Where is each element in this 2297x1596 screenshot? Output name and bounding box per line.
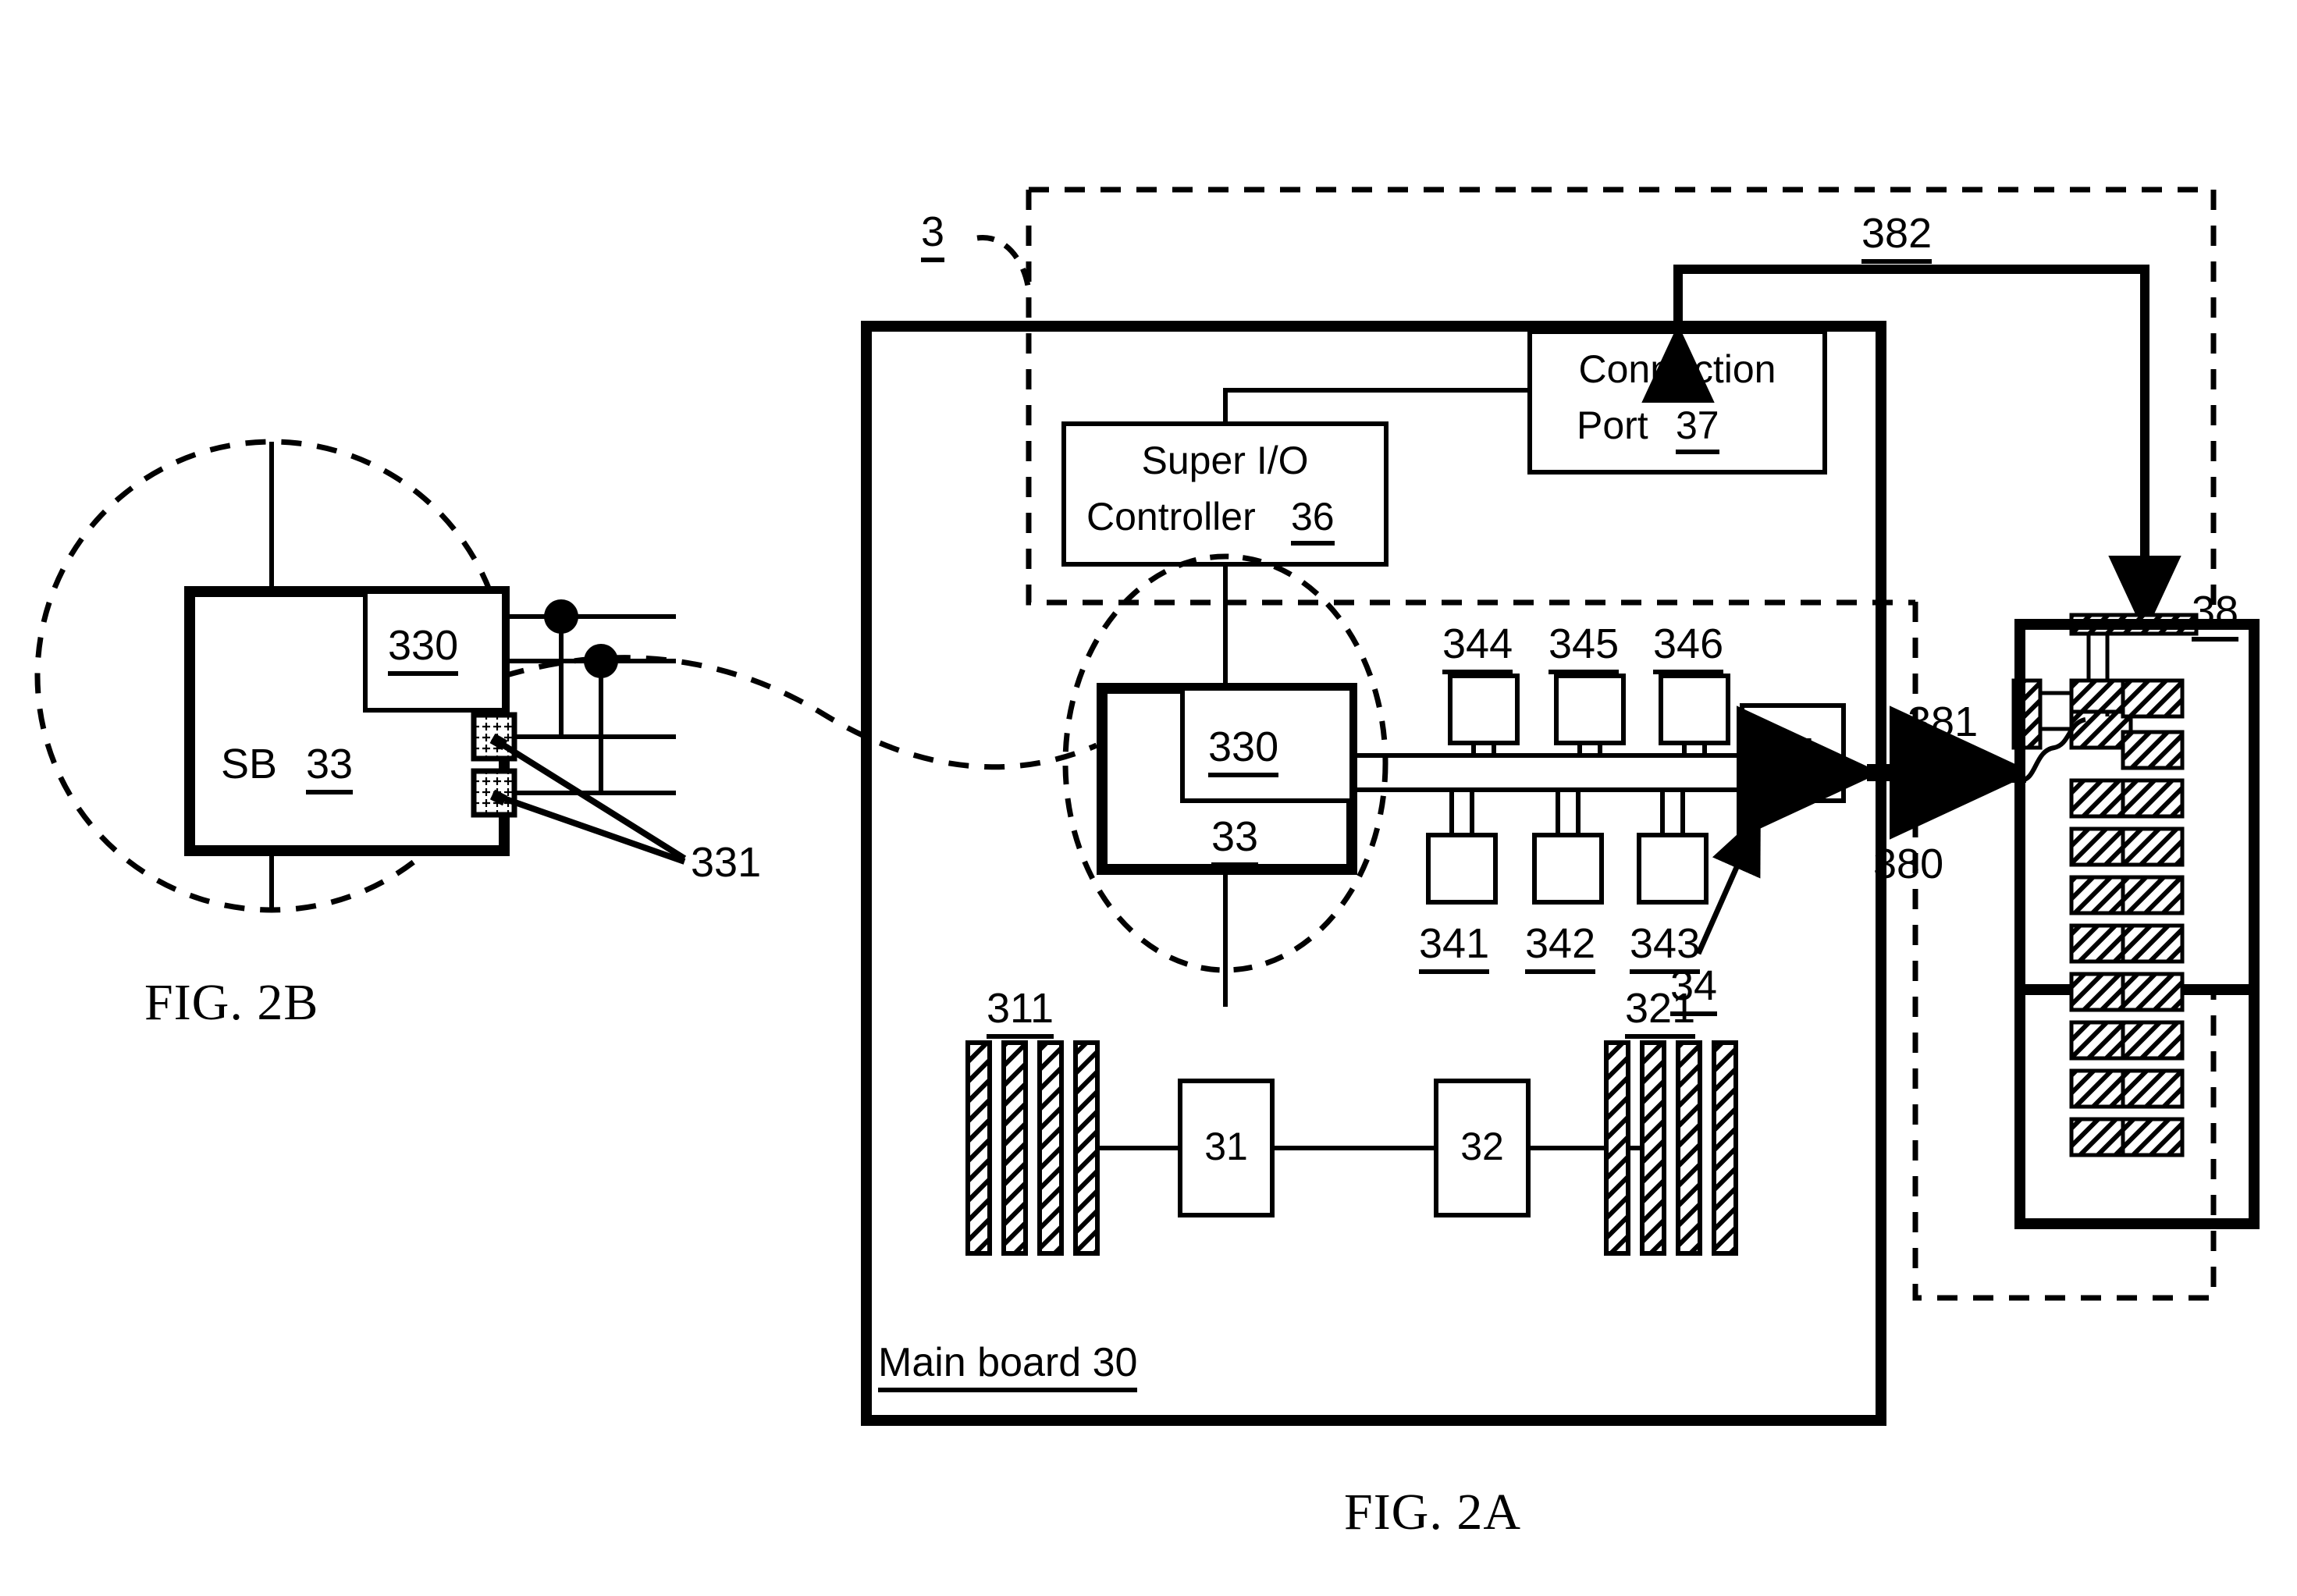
mem-slot-right	[1640, 1040, 1666, 1256]
fig2b-junction-dot-1	[544, 599, 578, 634]
module-38-block	[2121, 678, 2185, 719]
mem-slot-right	[1712, 1040, 1738, 1256]
fig2b-group	[34, 439, 1098, 913]
module-38-label: 38	[2192, 590, 2239, 642]
mem-slot-right	[1604, 1040, 1630, 1256]
slot-ref-345: 345	[1549, 623, 1620, 674]
mem-slot-right	[1676, 1040, 1702, 1256]
slot-box-344	[1448, 674, 1520, 745]
slot-ref-341: 341	[1419, 922, 1490, 974]
module-38-block	[2121, 826, 2185, 867]
slot-box-342	[1532, 833, 1604, 905]
slot-box-345	[1554, 674, 1626, 745]
mem-slot-left	[1001, 1040, 1028, 1256]
southbridge-ref-label: 33	[1211, 816, 1259, 867]
fig2b-leader-331-a	[490, 735, 687, 862]
connection-port-line2: Port	[1577, 403, 1648, 447]
module-38-block	[2121, 1020, 2185, 1061]
mem-slot-left	[1073, 1040, 1100, 1256]
superio-to-port-link	[1223, 388, 1530, 424]
fig2b-leader-tip-b	[489, 789, 508, 806]
mem-slot-left	[965, 1040, 992, 1256]
patent-figure-sheet: SB 33 330 331 FIG. 2B 3 Connection Port …	[0, 0, 2297, 1596]
link-382-label: 382	[1861, 212, 1933, 264]
fig2a-caption: FIG. 2A	[1344, 1484, 1522, 1541]
fig2b-leader-331-b	[491, 791, 686, 865]
fig2b-inner-ref: 330	[388, 624, 459, 676]
module-38-block	[2121, 1068, 2185, 1109]
connector-35-label: 35	[1768, 732, 1815, 784]
southbridge-inner-ref-label: 330	[1208, 726, 1279, 777]
mem-left-ref-label: 311	[987, 987, 1054, 1039]
system-ref-label: 3	[921, 211, 945, 262]
main-board-label: Main board 30	[878, 1342, 1138, 1392]
fig2b-caption: FIG. 2B	[144, 974, 319, 1031]
connection-port-line1: Connection	[1578, 347, 1776, 391]
module-38-block	[2121, 972, 2185, 1012]
fig2b-leader-tip-a	[489, 733, 508, 751]
fig2b-sb-label: SB	[221, 741, 278, 787]
module-38-block	[2121, 778, 2185, 819]
module-38-block	[2121, 730, 2185, 770]
slot-ref-342: 342	[1525, 922, 1596, 974]
super-io-line2: Controller	[1086, 495, 1256, 539]
super-io-ref: 36	[1291, 497, 1335, 546]
mem-right-ref-label: 321	[1625, 987, 1696, 1039]
fig2b-pad-ref: 331	[691, 839, 762, 886]
link-381-label: 381	[1908, 701, 1979, 752]
module-38-block	[2121, 923, 2185, 964]
slot-box-346	[1659, 674, 1730, 745]
slot-ref-346: 346	[1653, 623, 1724, 674]
module-38-block	[2121, 875, 2185, 915]
link-380-label: 380	[1873, 841, 1944, 887]
fig2b-riser-1	[514, 617, 564, 739]
fig2b-sb-ref: 33	[306, 743, 354, 794]
mem-slot-left	[1037, 1040, 1064, 1256]
cpu-31-label: 31	[1204, 1125, 1248, 1168]
module-38-block	[2121, 1117, 2185, 1157]
northbridge-32-label: 32	[1460, 1125, 1504, 1168]
slot-box-343	[1637, 833, 1709, 905]
fig2b-riser-2	[514, 661, 603, 795]
slot-box-341	[1426, 833, 1498, 905]
diagram-vector-layer	[34, 187, 2260, 1426]
system-ref-leader	[976, 234, 1032, 291]
connection-port-ref: 37	[1676, 406, 1719, 454]
slot-ref-344: 344	[1442, 623, 1513, 674]
super-io-line1: Super I/O	[1141, 439, 1309, 482]
